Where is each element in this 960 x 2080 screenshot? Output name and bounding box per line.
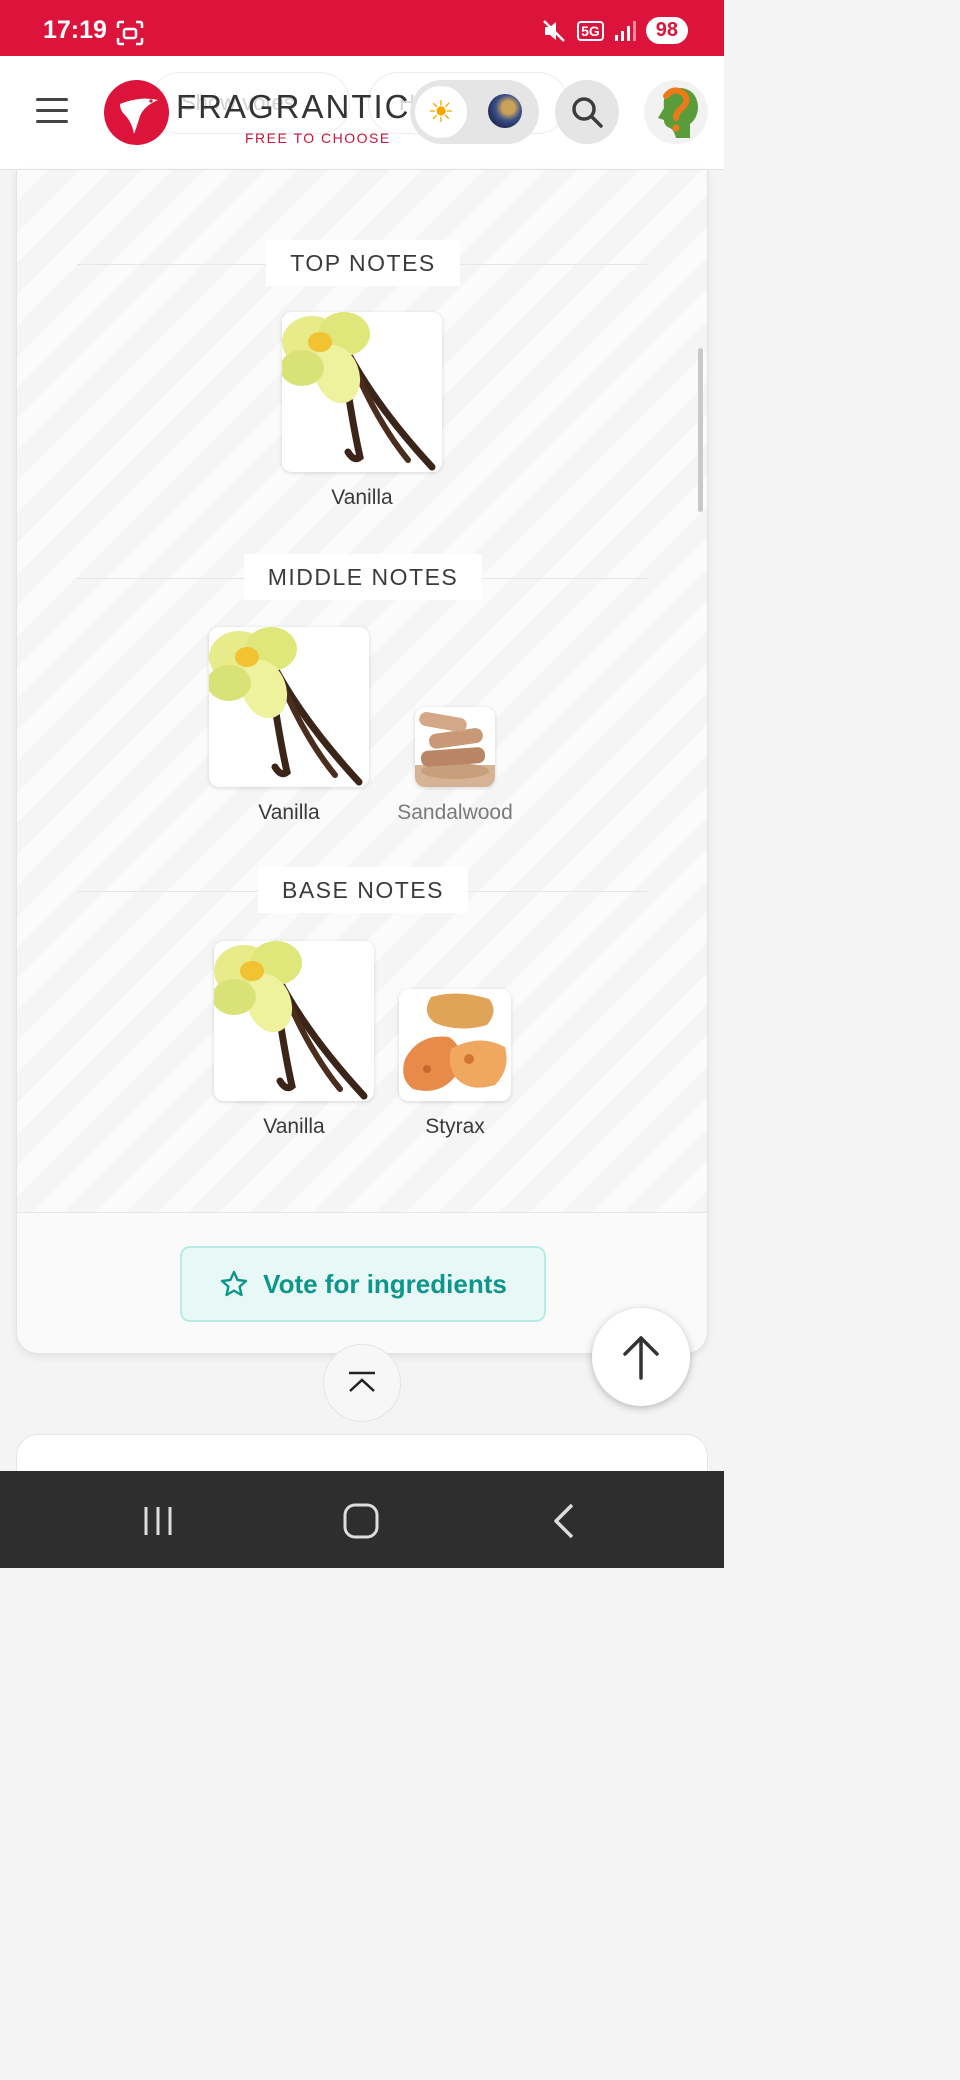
status-icons: 5G 98 <box>541 17 688 44</box>
styrax-image <box>399 989 511 1101</box>
sun-icon[interactable]: ☀ <box>415 86 467 138</box>
avatar[interactable] <box>644 80 708 144</box>
collapse-up-icon <box>349 1371 375 1392</box>
status-time: 17:19 <box>43 16 107 44</box>
menu-icon[interactable] <box>36 98 68 126</box>
logo-name[interactable]: FRAGRANTIC <box>176 88 411 126</box>
recent-apps-icon[interactable] <box>138 1501 178 1541</box>
vanilla-image <box>214 941 374 1101</box>
theme-toggle[interactable]: ☀ <box>410 80 539 144</box>
card-divider <box>17 1212 707 1213</box>
collapse-button[interactable] <box>323 1344 401 1422</box>
search-button[interactable] <box>555 80 619 144</box>
pyramid-card: TOP NOTES Vanilla MIDDLE NOTES Vanilla S… <box>16 170 708 1354</box>
search-icon <box>572 97 603 128</box>
signal-icon <box>614 20 636 41</box>
note-label: Vanilla <box>258 801 320 824</box>
arrow-up-icon <box>623 1336 659 1380</box>
note-base-vanilla[interactable]: Vanilla <box>214 941 374 1139</box>
vanilla-image <box>282 312 442 472</box>
middle-notes-heading: MIDDLE NOTES <box>17 554 707 600</box>
mute-icon <box>543 19 565 42</box>
note-top-vanilla[interactable]: Vanilla <box>282 312 442 510</box>
note-label: Styrax <box>425 1115 485 1138</box>
logo-icon[interactable] <box>104 80 169 145</box>
5g-icon: 5G <box>577 20 604 41</box>
vote-for-ingredients-button[interactable]: Vote for ingredients <box>180 1246 546 1322</box>
note-middle-sandalwood[interactable]: Sandalwood <box>390 707 520 825</box>
vanilla-image <box>209 627 369 787</box>
note-middle-vanilla[interactable]: Vanilla <box>209 627 369 825</box>
logo-tagline: FREE TO CHOOSE <box>245 130 391 146</box>
middle-notes-title: MIDDLE NOTES <box>243 554 483 600</box>
screenshot-icon <box>116 20 144 46</box>
scroll-to-top-button[interactable] <box>592 1308 690 1406</box>
sandalwood-image <box>415 707 495 787</box>
note-base-styrax[interactable]: Styrax <box>395 989 515 1139</box>
top-notes-title: TOP NOTES <box>266 240 460 286</box>
top-notes-heading: TOP NOTES <box>17 240 707 286</box>
note-label: Vanilla <box>331 486 393 509</box>
note-label: Vanilla <box>263 1115 325 1138</box>
vote-label: Vote for ingredients <box>263 1268 507 1299</box>
scrollbar[interactable] <box>698 348 703 512</box>
moon-icon[interactable] <box>488 94 522 128</box>
base-notes-heading: BASE NOTES <box>17 867 707 913</box>
back-icon[interactable] <box>544 1501 584 1541</box>
note-label: Sandalwood <box>397 801 513 824</box>
status-bar: 17:19 5G 98 <box>0 0 724 56</box>
star-icon <box>220 1270 248 1297</box>
battery-icon: 98 <box>645 17 688 44</box>
home-icon[interactable] <box>341 1501 381 1541</box>
base-notes-title: BASE NOTES <box>258 867 468 913</box>
navigation-bar <box>0 1471 724 1568</box>
